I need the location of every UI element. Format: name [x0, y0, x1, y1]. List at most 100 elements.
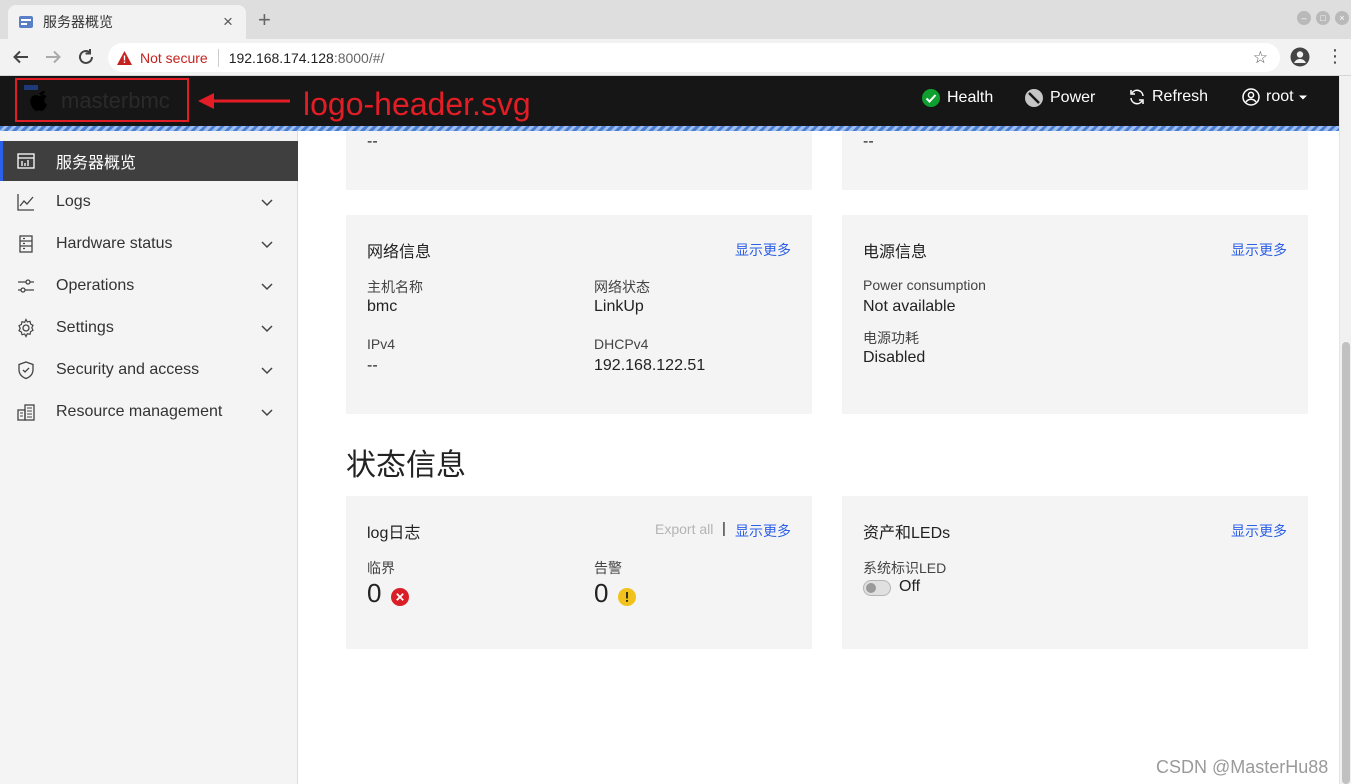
- status-section-title: 状态信息: [346, 449, 466, 482]
- warning-icon: [618, 588, 636, 606]
- user-label: root: [1266, 88, 1294, 105]
- card-top-left: --: [346, 131, 812, 190]
- warning-count: 0: [594, 578, 609, 608]
- top-right-value: --: [863, 133, 874, 150]
- link-divider: |: [722, 520, 726, 537]
- browser-menu-icon[interactable]: ⋮: [1326, 47, 1344, 67]
- power-button[interactable]: Power: [1024, 88, 1095, 108]
- sidebar-item-resource-management[interactable]: Resource management: [0, 392, 298, 432]
- gear-icon: [18, 318, 34, 338]
- export-all-link[interactable]: Export all: [655, 521, 713, 537]
- assets-card: 资产和LEDs 显示更多 系统标识LED Off: [842, 496, 1308, 649]
- health-ok-icon: [922, 89, 940, 107]
- tab-title: 服务器概览: [43, 14, 113, 30]
- forward-icon[interactable]: [42, 46, 64, 68]
- sidebar-item-logs[interactable]: Logs: [0, 182, 298, 222]
- site-favicon-icon: [19, 16, 33, 28]
- sidebar-item-label: Hardware status: [56, 235, 173, 252]
- power-off-icon: [1025, 89, 1043, 107]
- health-label: Health: [947, 89, 994, 106]
- sidebar-item-label: Settings: [56, 319, 114, 336]
- sidebar-item-security[interactable]: Security and access: [0, 350, 298, 390]
- sidebar-item-operations[interactable]: Operations: [0, 266, 298, 306]
- led-state: Off: [899, 578, 921, 595]
- annotation-box: [15, 78, 189, 122]
- new-tab-icon[interactable]: +: [258, 9, 271, 31]
- log-more-link[interactable]: 显示更多: [735, 521, 791, 541]
- hostname-value: bmc: [367, 298, 398, 315]
- assets-more-link[interactable]: 显示更多: [1231, 521, 1287, 541]
- critical-label: 临界: [367, 560, 395, 576]
- address-divider: [217, 48, 219, 67]
- power-more-link[interactable]: 显示更多: [1231, 240, 1287, 260]
- scrollbar-thumb[interactable]: [1342, 342, 1350, 784]
- dhcp-label: DHCPv4: [594, 336, 649, 352]
- shield-icon: [18, 361, 34, 380]
- power-cap-value: Disabled: [863, 349, 926, 366]
- network-title: 网络信息: [367, 244, 432, 261]
- hostname-label: 主机名称: [367, 279, 423, 295]
- log-title: log日志: [367, 525, 421, 542]
- chevron-down-icon: [261, 241, 273, 249]
- not-secure-label[interactable]: Not secure: [140, 50, 208, 66]
- annotation-label: logo-header.svg: [303, 86, 531, 122]
- led-toggle[interactable]: [863, 580, 891, 596]
- health-button[interactable]: Health: [921, 88, 993, 108]
- annotation-arrow-icon: [198, 93, 290, 109]
- browser-tab[interactable]: 服务器概览 ×: [8, 5, 246, 39]
- warning-icon: [117, 50, 132, 65]
- sidebar-item-label: Security and access: [56, 361, 200, 378]
- power-label: Power: [1050, 89, 1096, 106]
- sidebar-item-label: 服务器概览: [56, 155, 137, 172]
- chevron-down-icon: [261, 283, 273, 291]
- bookmark-star-icon[interactable]: ☆: [1253, 49, 1268, 66]
- page-scrollbar[interactable]: [1339, 76, 1351, 784]
- dhcp-value: 192.168.122.51: [594, 357, 706, 374]
- window-close-icon[interactable]: ×: [1335, 11, 1349, 25]
- url-text[interactable]: 192.168.174.128:8000/#/: [229, 50, 385, 66]
- chevron-down-icon: [261, 199, 273, 207]
- browser-tabbar: 服务器概览 × + – □ ×: [0, 0, 1351, 39]
- chevron-down-icon: [261, 367, 273, 375]
- critical-count: 0: [367, 578, 382, 608]
- power-cap-label: 电源功耗: [863, 330, 919, 346]
- window-maximize-icon[interactable]: □: [1316, 11, 1330, 25]
- ipv4-value: --: [367, 357, 378, 374]
- window-minimize-icon[interactable]: –: [1297, 11, 1311, 25]
- card-top-right: --: [842, 131, 1308, 190]
- sidebar-item-hardware-status[interactable]: Hardware status: [0, 224, 298, 264]
- refresh-label: Refresh: [1152, 88, 1209, 105]
- sidebar-item-label: Logs: [56, 193, 91, 210]
- refresh-icon: [1130, 89, 1144, 105]
- power-consumption-value: Not available: [863, 298, 956, 315]
- network-status-label: 网络状态: [594, 279, 650, 295]
- toggle-knob: [866, 583, 876, 593]
- sidebar-item-settings[interactable]: Settings: [0, 308, 298, 348]
- top-left-value: --: [367, 133, 378, 150]
- server-icon: [19, 235, 33, 253]
- chevron-down-icon: [261, 409, 273, 417]
- back-icon[interactable]: [10, 46, 32, 68]
- url-path: :8000/#/: [333, 49, 385, 66]
- caret-down-icon: [1298, 95, 1307, 100]
- network-status-value: LinkUp: [594, 298, 644, 315]
- user-avatar-icon: [1242, 88, 1260, 106]
- refresh-button[interactable]: Refresh: [1128, 88, 1208, 106]
- browser-toolbar: Not secure 192.168.174.128:8000/#/ ☆ ⋮: [0, 39, 1351, 76]
- led-label: 系统标识LED: [863, 560, 947, 576]
- address-bar[interactable]: Not secure 192.168.174.128:8000/#/ ☆: [108, 43, 1280, 72]
- error-icon: [391, 588, 409, 606]
- sliders-icon: [18, 279, 34, 293]
- network-more-link[interactable]: 显示更多: [735, 240, 791, 260]
- sidebar-item-overview[interactable]: 服务器概览: [0, 141, 298, 181]
- reload-icon[interactable]: [75, 46, 97, 68]
- power-consumption-label: Power consumption: [863, 277, 986, 293]
- power-title: 电源信息: [863, 244, 928, 261]
- user-menu-button[interactable]: root: [1242, 88, 1315, 106]
- url-host: 192.168.174.128: [228, 49, 334, 66]
- account-icon[interactable]: [1290, 47, 1310, 67]
- sidebar: 服务器概览 Logs Hardware status Operations Se…: [0, 131, 298, 784]
- tab-close-icon[interactable]: ×: [220, 13, 236, 30]
- log-card: log日志 Export all | 显示更多 临界 0 告警 0: [346, 496, 812, 649]
- power-card: 电源信息 显示更多 Power consumption Not availabl…: [842, 215, 1308, 414]
